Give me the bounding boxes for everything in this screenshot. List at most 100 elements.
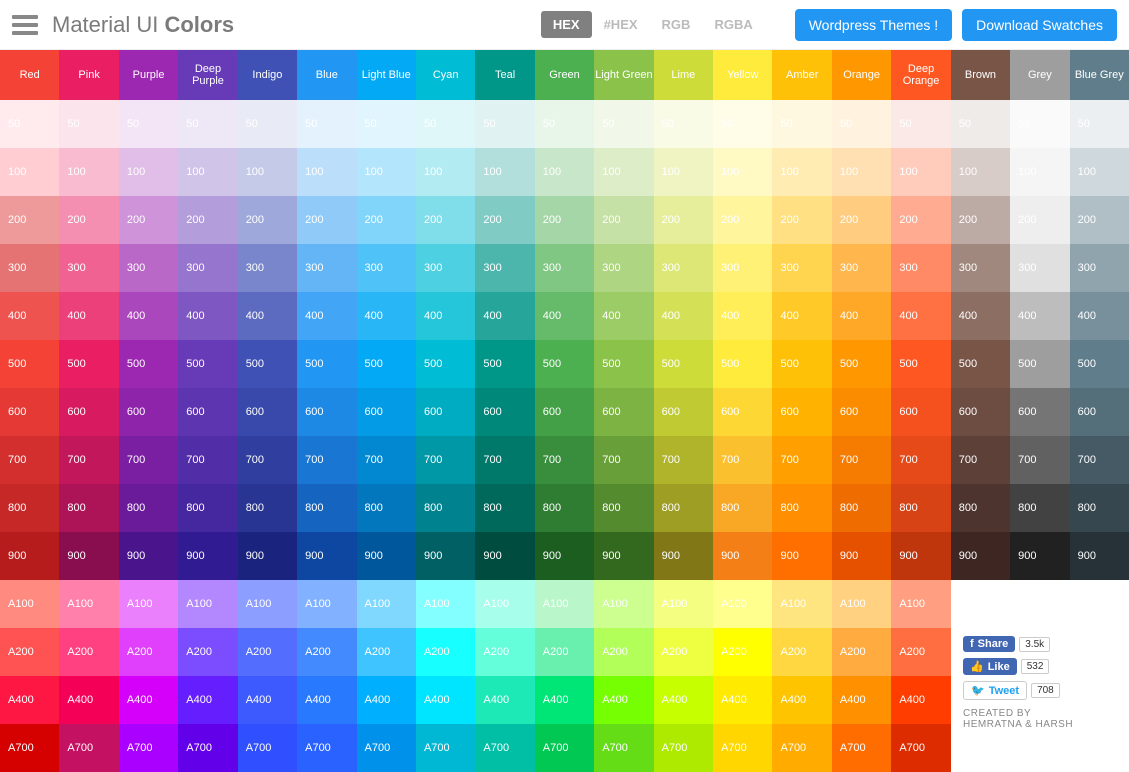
swatch-yellow-500[interactable]: 500 <box>713 340 772 388</box>
swatch-orange-A700[interactable]: A700 <box>832 724 891 772</box>
swatch-deep-orange-300[interactable]: 300 <box>891 244 950 292</box>
swatch-grey-600[interactable]: 600 <box>1010 388 1069 436</box>
swatch-light-green-200[interactable]: 200 <box>594 196 653 244</box>
swatch-orange-200[interactable]: 200 <box>832 196 891 244</box>
swatch-deep-purple-A100[interactable]: A100 <box>178 580 237 628</box>
swatch-brown-400[interactable]: 400 <box>951 292 1010 340</box>
swatch-blue-grey-800[interactable]: 800 <box>1070 484 1129 532</box>
swatch-deep-orange-900[interactable]: 900 <box>891 532 950 580</box>
tweet-button[interactable]: 🐦 Tweet <box>963 681 1027 700</box>
swatch-light-blue-400[interactable]: 400 <box>357 292 416 340</box>
swatch-teal-300[interactable]: 300 <box>475 244 534 292</box>
swatch-green-500[interactable]: 500 <box>535 340 594 388</box>
swatch-purple-400[interactable]: 400 <box>119 292 178 340</box>
swatch-blue-500[interactable]: 500 <box>297 340 356 388</box>
swatch-orange-400[interactable]: 400 <box>832 292 891 340</box>
swatch-deep-orange-A400[interactable]: A400 <box>891 676 950 724</box>
color-header-orange[interactable]: Orange <box>832 50 891 100</box>
format-tab-hex[interactable]: HEX <box>541 11 592 38</box>
swatch-yellow-700[interactable]: 700 <box>713 436 772 484</box>
swatch-red-A700[interactable]: A700 <box>0 724 59 772</box>
swatch-yellow-100[interactable]: 100 <box>713 148 772 196</box>
swatch-light-green-A700[interactable]: A700 <box>594 724 653 772</box>
swatch-light-green-900[interactable]: 900 <box>594 532 653 580</box>
swatch-indigo-900[interactable]: 900 <box>238 532 297 580</box>
swatch-green-200[interactable]: 200 <box>535 196 594 244</box>
swatch-blue-grey-600[interactable]: 600 <box>1070 388 1129 436</box>
swatch-lime-800[interactable]: 800 <box>654 484 713 532</box>
swatch-lime-900[interactable]: 900 <box>654 532 713 580</box>
color-header-amber[interactable]: Amber <box>772 50 831 100</box>
swatch-blue-100[interactable]: 100 <box>297 148 356 196</box>
swatch-light-blue-A400[interactable]: A400 <box>357 676 416 724</box>
swatch-teal-A400[interactable]: A400 <box>475 676 534 724</box>
swatch-red-500[interactable]: 500 <box>0 340 59 388</box>
swatch-red-A400[interactable]: A400 <box>0 676 59 724</box>
swatch-green-A400[interactable]: A400 <box>535 676 594 724</box>
swatch-light-blue-900[interactable]: 900 <box>357 532 416 580</box>
swatch-light-blue-600[interactable]: 600 <box>357 388 416 436</box>
menu-icon[interactable] <box>12 15 38 35</box>
color-header-brown[interactable]: Brown <box>951 50 1010 100</box>
swatch-light-green-A200[interactable]: A200 <box>594 628 653 676</box>
swatch-deep-orange-600[interactable]: 600 <box>891 388 950 436</box>
swatch-light-green-700[interactable]: 700 <box>594 436 653 484</box>
swatch-red-100[interactable]: 100 <box>0 148 59 196</box>
swatch-amber-A700[interactable]: A700 <box>772 724 831 772</box>
swatch-light-blue-A200[interactable]: A200 <box>357 628 416 676</box>
swatch-indigo-400[interactable]: 400 <box>238 292 297 340</box>
swatch-lime-A700[interactable]: A700 <box>654 724 713 772</box>
color-header-deep-purple[interactable]: Deep Purple <box>178 50 237 100</box>
swatch-purple-500[interactable]: 500 <box>119 340 178 388</box>
swatch-grey-300[interactable]: 300 <box>1010 244 1069 292</box>
swatch-brown-600[interactable]: 600 <box>951 388 1010 436</box>
swatch-grey-900[interactable]: 900 <box>1010 532 1069 580</box>
format-tab-rgba[interactable]: RGBA <box>702 11 764 38</box>
swatch-yellow-A700[interactable]: A700 <box>713 724 772 772</box>
swatch-green-A700[interactable]: A700 <box>535 724 594 772</box>
swatch-orange-600[interactable]: 600 <box>832 388 891 436</box>
swatch-blue-grey-300[interactable]: 300 <box>1070 244 1129 292</box>
swatch-deep-orange-400[interactable]: 400 <box>891 292 950 340</box>
swatch-brown-700[interactable]: 700 <box>951 436 1010 484</box>
swatch-cyan-A100[interactable]: A100 <box>416 580 475 628</box>
swatch-lime-300[interactable]: 300 <box>654 244 713 292</box>
swatch-green-A100[interactable]: A100 <box>535 580 594 628</box>
swatch-cyan-50[interactable]: 50 <box>416 100 475 148</box>
format-tab-hashhex[interactable]: #HEX <box>592 11 650 38</box>
swatch-indigo-A400[interactable]: A400 <box>238 676 297 724</box>
swatch-cyan-200[interactable]: 200 <box>416 196 475 244</box>
swatch-deep-purple-600[interactable]: 600 <box>178 388 237 436</box>
swatch-teal-A100[interactable]: A100 <box>475 580 534 628</box>
fb-share-button[interactable]: f Share <box>963 636 1015 652</box>
swatch-orange-300[interactable]: 300 <box>832 244 891 292</box>
swatch-indigo-50[interactable]: 50 <box>238 100 297 148</box>
swatch-purple-800[interactable]: 800 <box>119 484 178 532</box>
swatch-blue-grey-900[interactable]: 900 <box>1070 532 1129 580</box>
swatch-light-green-500[interactable]: 500 <box>594 340 653 388</box>
swatch-deep-orange-700[interactable]: 700 <box>891 436 950 484</box>
color-header-light-green[interactable]: Light Green <box>594 50 653 100</box>
swatch-lime-700[interactable]: 700 <box>654 436 713 484</box>
swatch-teal-400[interactable]: 400 <box>475 292 534 340</box>
swatch-blue-400[interactable]: 400 <box>297 292 356 340</box>
swatch-cyan-800[interactable]: 800 <box>416 484 475 532</box>
swatch-blue-A400[interactable]: A400 <box>297 676 356 724</box>
swatch-light-blue-300[interactable]: 300 <box>357 244 416 292</box>
swatch-cyan-600[interactable]: 600 <box>416 388 475 436</box>
swatch-cyan-A400[interactable]: A400 <box>416 676 475 724</box>
swatch-blue-800[interactable]: 800 <box>297 484 356 532</box>
swatch-cyan-500[interactable]: 500 <box>416 340 475 388</box>
swatch-blue-grey-500[interactable]: 500 <box>1070 340 1129 388</box>
swatch-cyan-900[interactable]: 900 <box>416 532 475 580</box>
swatch-cyan-A700[interactable]: A700 <box>416 724 475 772</box>
swatch-indigo-500[interactable]: 500 <box>238 340 297 388</box>
swatch-grey-500[interactable]: 500 <box>1010 340 1069 388</box>
swatch-teal-50[interactable]: 50 <box>475 100 534 148</box>
color-header-lime[interactable]: Lime <box>654 50 713 100</box>
swatch-orange-A200[interactable]: A200 <box>832 628 891 676</box>
color-header-pink[interactable]: Pink <box>59 50 118 100</box>
color-header-grey[interactable]: Grey <box>1010 50 1069 100</box>
swatch-purple-A200[interactable]: A200 <box>119 628 178 676</box>
swatch-light-blue-A700[interactable]: A700 <box>357 724 416 772</box>
